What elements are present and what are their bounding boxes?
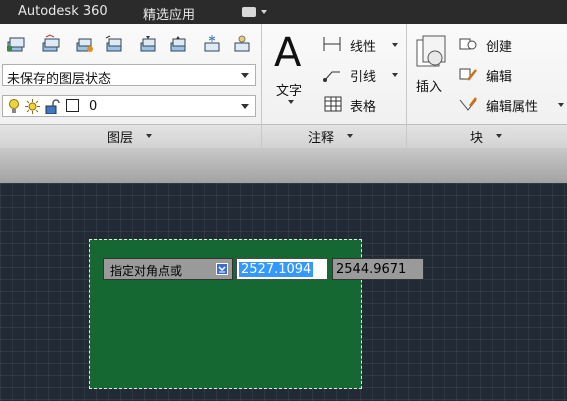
leader-button[interactable]: 引线 <box>322 64 400 85</box>
color-swatch <box>66 99 79 112</box>
table-label: 表格 <box>350 100 377 115</box>
x-coordinate-value: 2527.1094 <box>239 262 314 277</box>
tab-featured-apps[interactable]: 精选应用 <box>143 4 195 23</box>
edit-block-button[interactable]: 编辑 <box>458 64 558 85</box>
chevron-down-icon <box>241 73 249 78</box>
table-button[interactable]: 表格 <box>322 94 400 115</box>
ribbon-toggle-icon <box>242 7 256 17</box>
layer-previous-icon[interactable] <box>74 34 94 54</box>
edit-attributes-icon <box>458 96 478 115</box>
leader-label: 引线 <box>350 70 377 85</box>
unlock-icon <box>45 99 61 117</box>
edit-block-icon <box>458 66 478 85</box>
y-coordinate-value: 2544.9671 <box>336 262 407 277</box>
linear-dimension-icon <box>322 36 342 55</box>
text-a-icon: A <box>274 30 302 76</box>
block-panel-title: 块 <box>470 131 484 146</box>
block-panel-title-bar[interactable] <box>407 124 567 149</box>
create-block-button[interactable]: 创建 <box>458 34 558 55</box>
chevron-down-icon <box>392 73 398 77</box>
chevron-down-icon <box>558 103 564 107</box>
options-arrow-icon[interactable] <box>216 263 228 275</box>
tab-autodesk-360[interactable]: Autodesk 360 <box>18 4 108 19</box>
lightbulb-icon <box>8 99 20 117</box>
chevron-down-icon <box>392 43 398 47</box>
layer-walk-icon[interactable] <box>104 34 124 54</box>
prompt-text: 指定对角点或 <box>110 264 183 278</box>
chevron-down-icon <box>261 10 267 14</box>
current-layer-name: 0 <box>89 99 98 114</box>
insert-block-label: 插入 <box>416 80 443 95</box>
chevron-down-icon <box>146 134 152 138</box>
y-coordinate-input[interactable]: 2544.9671 <box>332 258 424 280</box>
create-block-label: 创建 <box>486 40 513 55</box>
edit-attributes-label: 编辑属性 <box>486 100 539 115</box>
insert-block-icon <box>415 34 449 73</box>
layer-unisolate-icon[interactable] <box>168 34 188 54</box>
layer-match-icon[interactable] <box>40 34 60 54</box>
edit-attributes-button[interactable]: 编辑属性 <box>458 94 564 115</box>
text-tool-button[interactable]: A 文字 <box>270 30 314 110</box>
x-coordinate-input[interactable]: 2527.1094 <box>236 258 328 280</box>
layer-state-dropdown[interactable]: 未保存的图层状态 <box>2 64 256 87</box>
ribbon-tab-bar: Autodesk 360 精选应用 <box>0 0 567 24</box>
create-block-icon <box>458 36 478 55</box>
layers-panel-title: 图层 <box>107 131 134 146</box>
ribbon-toggle-button[interactable] <box>242 7 270 18</box>
chevron-down-icon <box>496 134 502 138</box>
layer-state-value: 未保存的图层状态 <box>7 72 112 87</box>
layer-properties-icon[interactable] <box>6 34 26 54</box>
linear-dimension-button[interactable]: 线性 <box>322 34 400 55</box>
sun-icon <box>25 99 40 117</box>
edit-block-label: 编辑 <box>486 70 513 85</box>
chevron-down-icon <box>347 134 353 138</box>
text-tool-label: 文字 <box>276 84 303 99</box>
annotation-panel-title: 注释 <box>308 131 335 146</box>
table-icon <box>324 96 342 115</box>
layer-freeze-icon[interactable] <box>202 34 222 54</box>
layer-isolate-icon[interactable] <box>138 34 158 54</box>
layer-off-icon[interactable] <box>232 34 252 54</box>
chevron-down-icon <box>288 100 294 104</box>
insert-block-button[interactable]: 插入 <box>412 34 452 102</box>
chevron-down-icon <box>241 104 249 109</box>
linear-dimension-label: 线性 <box>350 40 377 55</box>
current-layer-dropdown[interactable]: 0 <box>2 95 256 117</box>
dynamic-input-prompt: 指定对角点或 <box>103 258 233 280</box>
leader-icon <box>322 66 342 85</box>
file-tab-strip <box>0 148 567 183</box>
